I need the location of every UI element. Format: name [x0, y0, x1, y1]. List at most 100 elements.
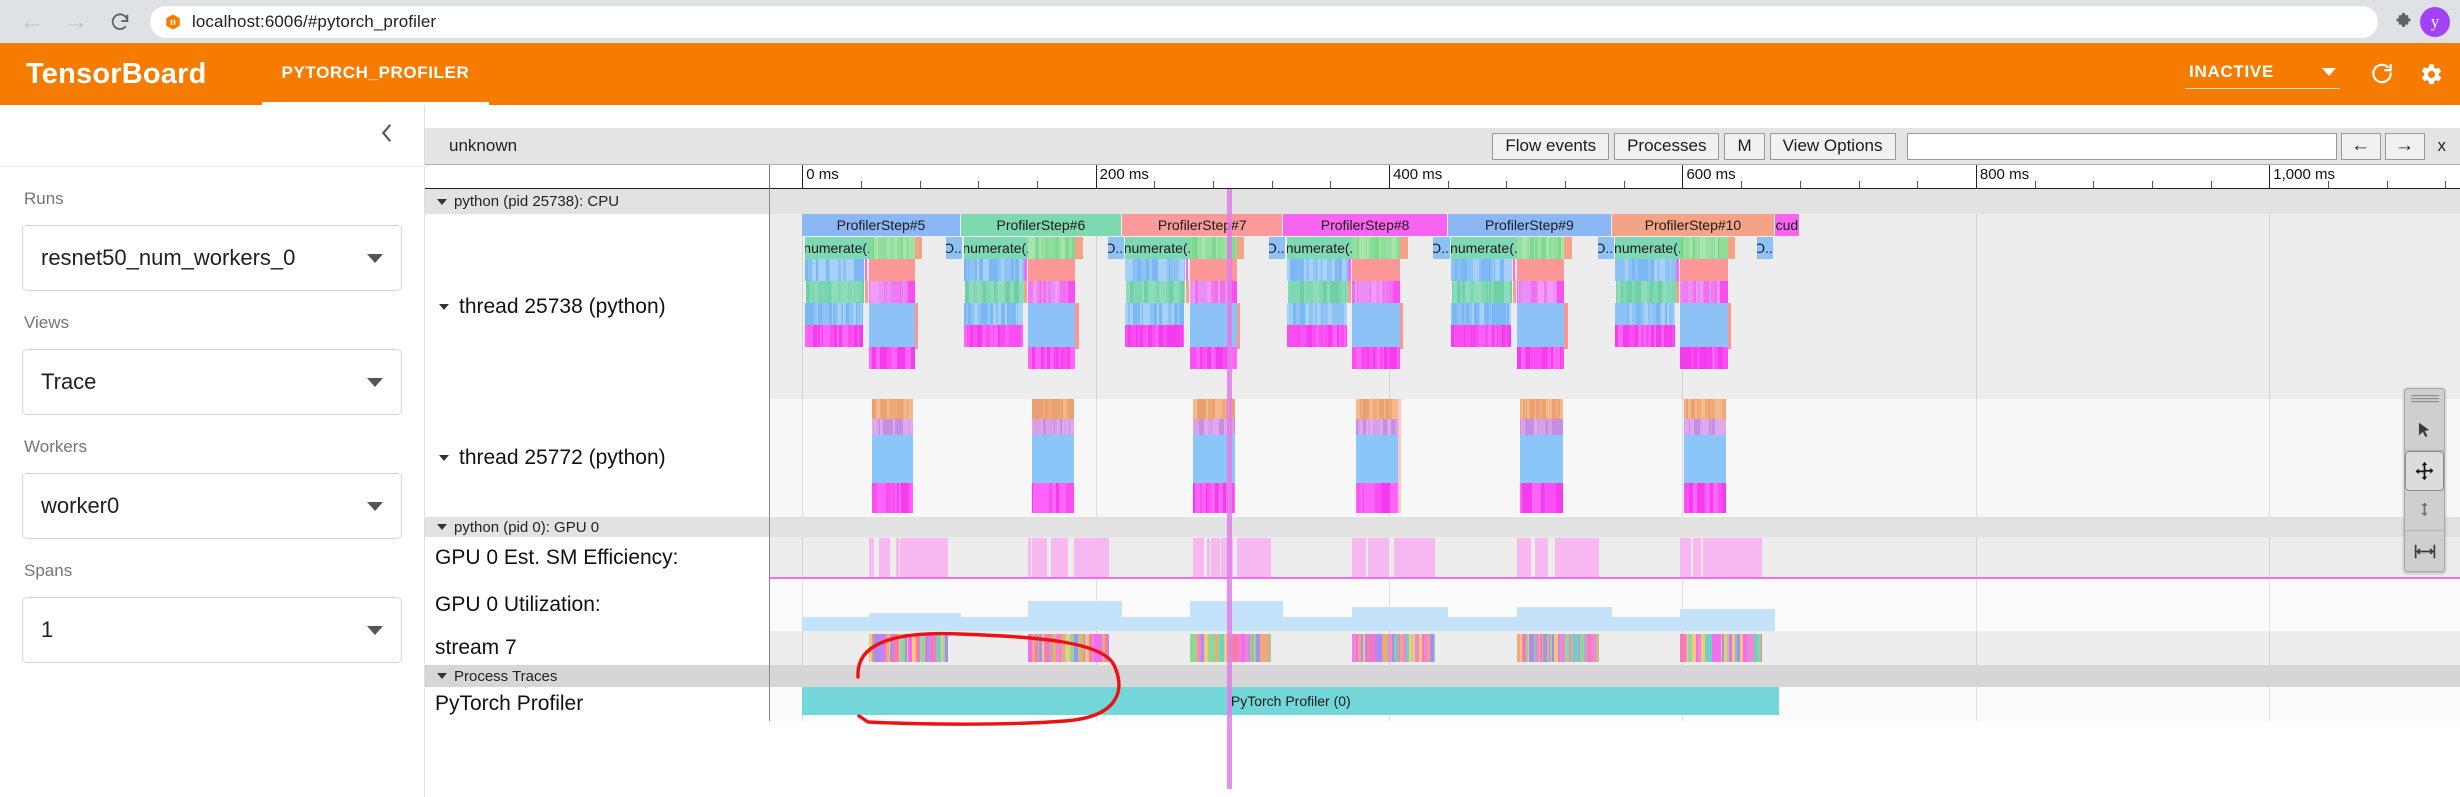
trace-slice[interactable]: [1028, 601, 1122, 631]
trace-slice[interactable]: [1352, 303, 1400, 325]
trace-event-bar[interactable]: enumerate(...: [805, 237, 868, 259]
trace-slice[interactable]: [1348, 259, 1350, 281]
trace-event-bar[interactable]: enumerate(...: [1615, 237, 1680, 259]
trace-slice-group[interactable]: [1352, 538, 1401, 578]
trace-slice[interactable]: [1283, 617, 1352, 631]
trace-event-bar[interactable]: ProfilerStep#7: [1122, 214, 1282, 236]
trace-slice[interactable]: [1684, 435, 1726, 483]
trace-slice-group[interactable]: [965, 281, 1024, 303]
row-pytorch-profiler-canvas[interactable]: PyTorch Profiler (0): [770, 687, 2460, 721]
trace-slice[interactable]: [1186, 259, 1188, 281]
trace-slice[interactable]: [1448, 617, 1517, 631]
reload-data-icon[interactable]: [2360, 52, 2404, 96]
trace-slice[interactable]: [1564, 303, 1567, 349]
trace-slice-group[interactable]: [1126, 281, 1185, 303]
trace-slice-group[interactable]: [1517, 347, 1565, 369]
trace-slice[interactable]: [869, 325, 915, 347]
trace-slice[interactable]: [1393, 281, 1400, 303]
trace-slice-group[interactable]: [869, 538, 917, 578]
trace-slice[interactable]: [1190, 601, 1284, 631]
trace-slice[interactable]: [915, 303, 918, 349]
trace-slice-group[interactable]: [872, 399, 913, 419]
trace-slice-group[interactable]: [1028, 538, 1076, 578]
trace-event-bar[interactable]: ProfilerStep#9: [1448, 214, 1611, 236]
trace-event-bar[interactable]: enumerate(...: [1287, 237, 1353, 259]
trace-slice[interactable]: [1513, 281, 1516, 303]
trace-slice-group[interactable]: [1287, 303, 1347, 325]
trace-slice[interactable]: [1398, 399, 1401, 513]
trace-slice-group[interactable]: [872, 483, 913, 513]
trace-slice[interactable]: [1028, 259, 1075, 281]
trace-event-bar[interactable]: ProfilerStep#6: [961, 214, 1121, 236]
trace-slice-group[interactable]: [1356, 419, 1399, 435]
trace-slice-group[interactable]: [1032, 399, 1074, 419]
forward-arrow-icon[interactable]: →: [54, 0, 98, 44]
trace-slice[interactable]: [1352, 259, 1400, 281]
trace-event-bar[interactable]: ProfilerStep#8: [1283, 214, 1446, 236]
trace-slice-group[interactable]: [1684, 419, 1726, 435]
trace-slice[interactable]: [908, 281, 915, 303]
trace-slice-group[interactable]: [1451, 259, 1512, 281]
trace-slice-group[interactable]: [1125, 259, 1185, 281]
trace-slice[interactable]: [1237, 237, 1244, 259]
trace-slice-group[interactable]: [1032, 419, 1074, 435]
trace-slice[interactable]: [1352, 325, 1400, 347]
group-cpu-process-gutter[interactable]: python (pid 25738): CPU: [425, 189, 770, 214]
trace-slice-group[interactable]: [1451, 303, 1511, 325]
trace-slice[interactable]: [1186, 281, 1189, 303]
pan-mode-button[interactable]: [2405, 451, 2444, 491]
trace-slice-group[interactable]: [869, 237, 915, 259]
select-mode-button[interactable]: [2405, 411, 2444, 451]
search-prev-button[interactable]: ←: [2341, 133, 2381, 160]
trace-slice-group[interactable]: [1028, 634, 1109, 662]
trace-slice[interactable]: [915, 237, 922, 259]
trace-slice-group[interactable]: [1615, 325, 1674, 347]
trace-slice[interactable]: [869, 259, 915, 281]
trace-slice-group[interactable]: [805, 325, 863, 347]
timing-mode-button[interactable]: [2405, 531, 2444, 571]
row-thread-25738-canvas[interactable]: ProfilerStep#5ProfilerStep#6ProfilerStep…: [770, 214, 2460, 399]
trace-slice[interactable]: [1400, 237, 1407, 259]
trace-slice-group[interactable]: [869, 281, 908, 303]
trace-slice-group[interactable]: [1287, 325, 1347, 347]
trace-slice[interactable]: [1402, 538, 1435, 578]
row-thread-25772-canvas[interactable]: [770, 399, 2460, 517]
trace-slice-group[interactable]: [1680, 347, 1727, 369]
trace-event-bar[interactable]: O...: [1757, 237, 1773, 259]
trace-slice[interactable]: [1680, 303, 1727, 325]
trace-slice-group[interactable]: [1517, 281, 1557, 303]
views-select[interactable]: Trace: [22, 349, 402, 415]
chevron-left-icon[interactable]: [377, 120, 396, 151]
close-search-button[interactable]: x: [2430, 133, 2455, 160]
search-input[interactable]: [1907, 133, 2337, 160]
trace-slice-group[interactable]: [1517, 538, 1566, 578]
trace-slice[interactable]: [869, 613, 961, 631]
group-gpu-process-gutter[interactable]: python (pid 0): GPU 0: [425, 517, 770, 537]
row-gpu-sm-efficiency-gutter[interactable]: GPU 0 Est. SM Efficiency:: [425, 537, 770, 579]
trace-event-bar[interactable]: ProfilerStep#10: [1612, 214, 1774, 236]
search-next-button[interactable]: →: [2385, 133, 2425, 160]
trace-slice[interactable]: [1237, 303, 1240, 349]
trace-slice-group[interactable]: [869, 347, 915, 369]
trace-slice-group[interactable]: [1615, 259, 1675, 281]
trace-slice-group[interactable]: [1615, 303, 1674, 325]
address-bar[interactable]: localhost:6006/#pytorch_profiler: [150, 6, 2378, 38]
trace-slice[interactable]: [1400, 303, 1403, 349]
row-stream-7-canvas[interactable]: [770, 631, 2460, 665]
trace-slice-group[interactable]: [1517, 634, 1599, 662]
trace-slice[interactable]: [1024, 281, 1027, 303]
trace-slice[interactable]: [916, 538, 948, 578]
trace-slice-group[interactable]: [1684, 399, 1726, 419]
trace-slice-group[interactable]: [805, 259, 864, 281]
trace-slice-group[interactable]: [872, 419, 913, 435]
trace-event-bar[interactable]: O...: [1269, 237, 1285, 259]
group-process-traces-gutter[interactable]: Process Traces: [425, 665, 770, 687]
trace-event-bar[interactable]: O...: [1598, 237, 1614, 259]
trace-slice[interactable]: [1517, 259, 1565, 281]
trace-event-bar[interactable]: O...: [946, 237, 962, 259]
caret-down-icon[interactable]: [437, 673, 447, 679]
trace-slice[interactable]: [1068, 281, 1075, 303]
trace-slice-group[interactable]: [1616, 281, 1675, 303]
puzzle-piece-icon[interactable]: [2386, 5, 2420, 39]
trace-slice-group[interactable]: [1028, 237, 1075, 259]
